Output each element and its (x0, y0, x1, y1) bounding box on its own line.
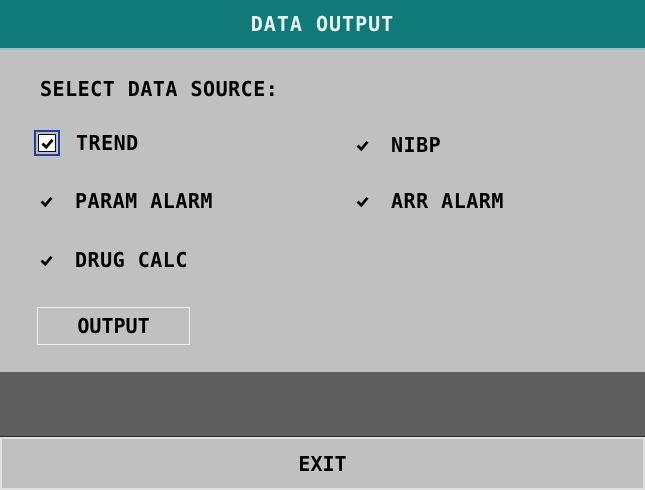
check-mark-icon (356, 196, 369, 207)
select-source-prompt: SELECT DATA SOURCE: (40, 77, 279, 101)
option-nibp[interactable]: NIBP (353, 133, 441, 157)
data-output-dialog: DATA OUTPUT SELECT DATA SOURCE: TREND NI… (0, 0, 645, 490)
title-bar: DATA OUTPUT (0, 0, 645, 50)
option-label-drug-calc: DRUG CALC (75, 248, 188, 272)
checkbox-param-alarm[interactable] (37, 192, 56, 211)
checkbox-arr-alarm[interactable] (353, 192, 372, 211)
exit-button[interactable]: EXIT (0, 437, 645, 490)
option-label-param-alarm: PARAM ALARM (75, 189, 213, 213)
check-mark-icon (41, 138, 54, 149)
check-mark-icon (40, 255, 53, 266)
checkbox-trend[interactable] (34, 130, 60, 156)
output-button[interactable]: OUTPUT (37, 307, 190, 345)
option-drug-calc[interactable]: DRUG CALC (37, 248, 188, 272)
option-label-arr-alarm: ARR ALARM (391, 189, 504, 213)
option-trend[interactable]: TREND (34, 130, 139, 156)
dialog-title: DATA OUTPUT (250, 12, 395, 36)
check-mark-icon (40, 196, 53, 207)
option-arr-alarm[interactable]: ARR ALARM (353, 189, 504, 213)
option-label-trend: TREND (76, 131, 139, 155)
check-mark-icon (356, 140, 369, 151)
option-param-alarm[interactable]: PARAM ALARM (37, 189, 213, 213)
checkbox-nibp[interactable] (353, 136, 372, 155)
status-panel (0, 372, 645, 437)
option-label-nibp: NIBP (391, 133, 442, 157)
checkbox-drug-calc[interactable] (37, 251, 56, 270)
